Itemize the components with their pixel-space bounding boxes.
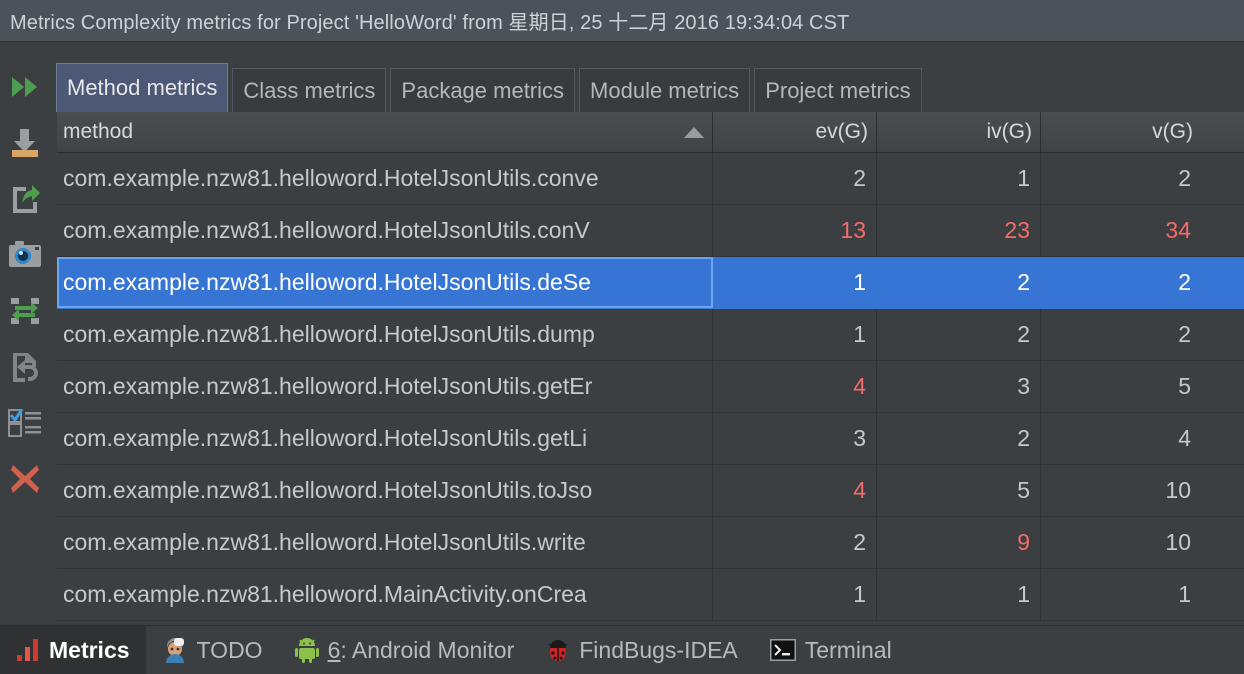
tab-label: Class metrics xyxy=(243,77,376,103)
table-row[interactable]: com.example.nzw81.helloword.HotelJsonUti… xyxy=(57,257,1244,309)
cell-vg: 4 xyxy=(1178,425,1191,451)
cell-ivg: 3 xyxy=(877,361,1041,412)
cell-ivg: 2 xyxy=(877,309,1041,360)
cell-vg: 34 xyxy=(1165,217,1191,243)
metrics-table: method ev(G) iv(G) v(G) com.example.nzw8… xyxy=(57,112,1244,623)
cell-evg: 1 xyxy=(713,257,877,308)
tab-method-metrics[interactable]: Method metrics xyxy=(56,63,229,112)
window-title: Metrics Complexity metrics for Project '… xyxy=(10,12,850,34)
cell-method: com.example.nzw81.helloword.HotelJsonUti… xyxy=(57,257,713,308)
table-row[interactable]: com.example.nzw81.helloword.HotelJsonUti… xyxy=(57,517,1244,569)
cell-evg: 4 xyxy=(713,465,877,516)
column-header-ivg[interactable]: iv(G) xyxy=(877,112,1041,152)
metrics-tabs: Method metrics Class metrics Package met… xyxy=(56,56,1244,112)
android-icon xyxy=(294,637,319,663)
column-header-label: v(G) xyxy=(1152,120,1193,143)
cell-vg: 5 xyxy=(1178,373,1191,399)
cell-ivg: 23 xyxy=(877,205,1041,256)
run-fast-forward-icon[interactable] xyxy=(3,59,47,115)
close-x-icon[interactable] xyxy=(3,451,47,507)
metrics-tool-window: Metrics Complexity metrics for Project '… xyxy=(0,0,1244,674)
column-header-label: method xyxy=(63,120,134,143)
table-row[interactable]: com.example.nzw81.helloword.HotelJsonUti… xyxy=(57,309,1244,361)
todo-person-icon xyxy=(162,637,188,663)
cell-evg: 4 xyxy=(713,361,877,412)
cell-method: com.example.nzw81.helloword.HotelJsonUti… xyxy=(57,465,713,516)
column-header-evg[interactable]: ev(G) xyxy=(713,112,877,152)
cell-method: com.example.nzw81.helloword.HotelJsonUti… xyxy=(57,361,713,412)
cell-ivg: 1 xyxy=(877,153,1041,204)
table-row[interactable]: com.example.nzw81.helloword.HotelJsonUti… xyxy=(57,361,1244,413)
cell-vg: 10 xyxy=(1165,529,1191,555)
table-body: com.example.nzw81.helloword.HotelJsonUti… xyxy=(57,153,1244,621)
tab-project-metrics[interactable]: Project metrics xyxy=(754,68,922,112)
ladybug-icon xyxy=(546,638,570,662)
cell-vg: 2 xyxy=(1178,321,1191,347)
status-tab-terminal[interactable]: Terminal xyxy=(754,626,908,674)
cell-ivg: 2 xyxy=(877,257,1041,308)
cell-ivg: 1 xyxy=(877,569,1041,620)
cell-evg: 13 xyxy=(713,205,877,256)
status-tab-label: : Android Monitor xyxy=(340,636,515,663)
status-tab-label: TODO xyxy=(196,636,263,663)
status-tab-android-monitor[interactable]: 6: Android Monitor xyxy=(279,626,531,674)
column-header-method[interactable]: method xyxy=(57,112,713,152)
cell-vg: 2 xyxy=(1178,269,1191,295)
cell-vg: 2 xyxy=(1178,165,1191,191)
status-tab-label: Metrics xyxy=(49,636,130,663)
refresh-swap-icon[interactable] xyxy=(3,283,47,339)
tab-label: Project metrics xyxy=(765,77,911,103)
cell-method: com.example.nzw81.helloword.MainActivity… xyxy=(57,569,713,620)
status-tab-label: Terminal xyxy=(804,636,892,663)
status-tab-metrics[interactable]: Metrics xyxy=(0,625,146,674)
bottom-tool-window-bar: Metrics TODO 6: Android Monitor FindBug… xyxy=(0,625,1244,674)
column-header-label: iv(G) xyxy=(986,120,1033,143)
titlebar: Metrics Complexity metrics for Project '… xyxy=(0,0,1244,42)
snapshot-camera-icon[interactable] xyxy=(3,227,47,283)
status-tab-findbugs[interactable]: FindBugs-IDEA xyxy=(530,626,754,674)
status-tab-mnemonic: 6 xyxy=(327,636,341,663)
bar-chart-icon xyxy=(16,638,40,662)
cell-evg: 1 xyxy=(713,569,877,620)
column-header-label: ev(G) xyxy=(815,120,869,143)
tab-label: Module metrics xyxy=(590,77,740,103)
import-download-icon[interactable] xyxy=(3,115,47,171)
table-row[interactable]: com.example.nzw81.helloword.HotelJsonUti… xyxy=(57,465,1244,517)
cell-ivg: 5 xyxy=(877,465,1041,516)
terminal-icon xyxy=(769,639,796,661)
cell-vg: 10 xyxy=(1165,477,1191,503)
cell-evg: 2 xyxy=(713,153,877,204)
table-row[interactable]: com.example.nzw81.helloword.HotelJsonUti… xyxy=(57,205,1244,257)
table-row[interactable]: com.example.nzw81.helloword.HotelJsonUti… xyxy=(57,153,1244,205)
cell-ivg: 9 xyxy=(877,517,1041,568)
cell-method: com.example.nzw81.helloword.HotelJsonUti… xyxy=(57,153,713,204)
export-upload-icon[interactable] xyxy=(3,171,47,227)
cell-vg: 1 xyxy=(1178,581,1191,607)
cell-method: com.example.nzw81.helloword.HotelJsonUti… xyxy=(57,205,713,256)
cell-method: com.example.nzw81.helloword.HotelJsonUti… xyxy=(57,413,713,464)
table-row[interactable]: com.example.nzw81.helloword.HotelJsonUti… xyxy=(57,413,1244,465)
tab-package-metrics[interactable]: Package metrics xyxy=(390,68,576,112)
left-toolbar xyxy=(0,43,49,625)
checklist-icon[interactable] xyxy=(3,395,47,451)
status-tab-todo[interactable]: TODO xyxy=(146,626,279,674)
cell-method: com.example.nzw81.helloword.HotelJsonUti… xyxy=(57,309,713,360)
table-header-row: method ev(G) iv(G) v(G) xyxy=(57,112,1244,153)
cell-evg: 1 xyxy=(713,309,877,360)
cell-evg: 2 xyxy=(713,517,877,568)
cell-ivg: 2 xyxy=(877,413,1041,464)
revert-document-icon[interactable] xyxy=(3,339,47,395)
tab-class-metrics[interactable]: Class metrics xyxy=(232,68,387,112)
tab-label: Package metrics xyxy=(401,77,565,103)
status-tab-label: FindBugs-IDEA xyxy=(579,636,738,663)
cell-evg: 3 xyxy=(713,413,877,464)
tab-label: Method metrics xyxy=(67,75,218,100)
cell-method: com.example.nzw81.helloword.HotelJsonUti… xyxy=(57,517,713,568)
table-row[interactable]: com.example.nzw81.helloword.MainActivity… xyxy=(57,569,1244,621)
sort-ascending-icon xyxy=(684,126,704,138)
column-header-vg[interactable]: v(G) xyxy=(1041,112,1201,152)
tab-module-metrics[interactable]: Module metrics xyxy=(579,68,751,112)
